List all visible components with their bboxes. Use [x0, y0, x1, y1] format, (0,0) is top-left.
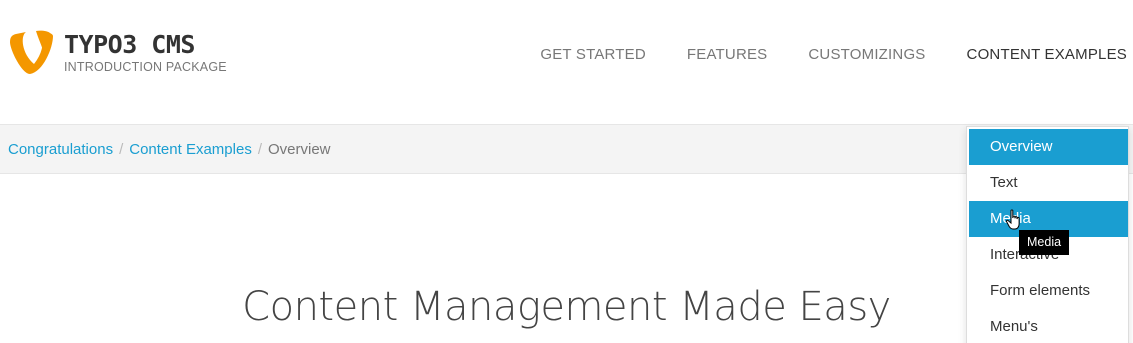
typo3-logo[interactable]: TYPO3 CMS INTRODUCTION PACKAGE	[8, 28, 227, 78]
breadcrumb-separator: /	[257, 141, 262, 158]
nav-customizings[interactable]: CUSTOMIZINGS	[808, 46, 925, 63]
nav-get-started[interactable]: GET STARTED	[540, 46, 646, 63]
main-nav: GET STARTED FEATURES CUSTOMIZINGS CONTEN…	[499, 46, 1127, 63]
dropdown-item-overview[interactable]: Overview	[969, 129, 1128, 165]
media-tooltip: Media	[1019, 230, 1070, 255]
nav-content-examples[interactable]: CONTENT EXAMPLES	[967, 46, 1127, 63]
logo-title: TYPO3 CMS	[64, 30, 195, 59]
typo3-logo-icon	[10, 30, 53, 74]
dropdown-item-text[interactable]: Text	[969, 165, 1128, 201]
breadcrumb: Congratulations / Content Examples / Ove…	[8, 141, 331, 158]
breadcrumb-congratulations[interactable]: Congratulations	[8, 141, 113, 158]
breadcrumb-bar: Congratulations / Content Examples / Ove…	[0, 124, 1133, 174]
breadcrumb-content-examples[interactable]: Content Examples	[129, 141, 252, 158]
dropdown-item-form-elements[interactable]: Form elements	[969, 273, 1128, 309]
breadcrumb-current: Overview	[268, 141, 331, 158]
nav-features[interactable]: FEATURES	[687, 46, 768, 63]
logo-subtitle: INTRODUCTION PACKAGE	[64, 60, 227, 74]
dropdown-item-menus[interactable]: Menu's	[969, 309, 1128, 343]
breadcrumb-separator: /	[119, 141, 124, 158]
page-headline: Content Management Made Easy	[242, 284, 891, 330]
hand-pointer-icon	[1005, 209, 1020, 230]
site-header: TYPO3 CMS INTRODUCTION PACKAGE GET START…	[0, 0, 1133, 124]
